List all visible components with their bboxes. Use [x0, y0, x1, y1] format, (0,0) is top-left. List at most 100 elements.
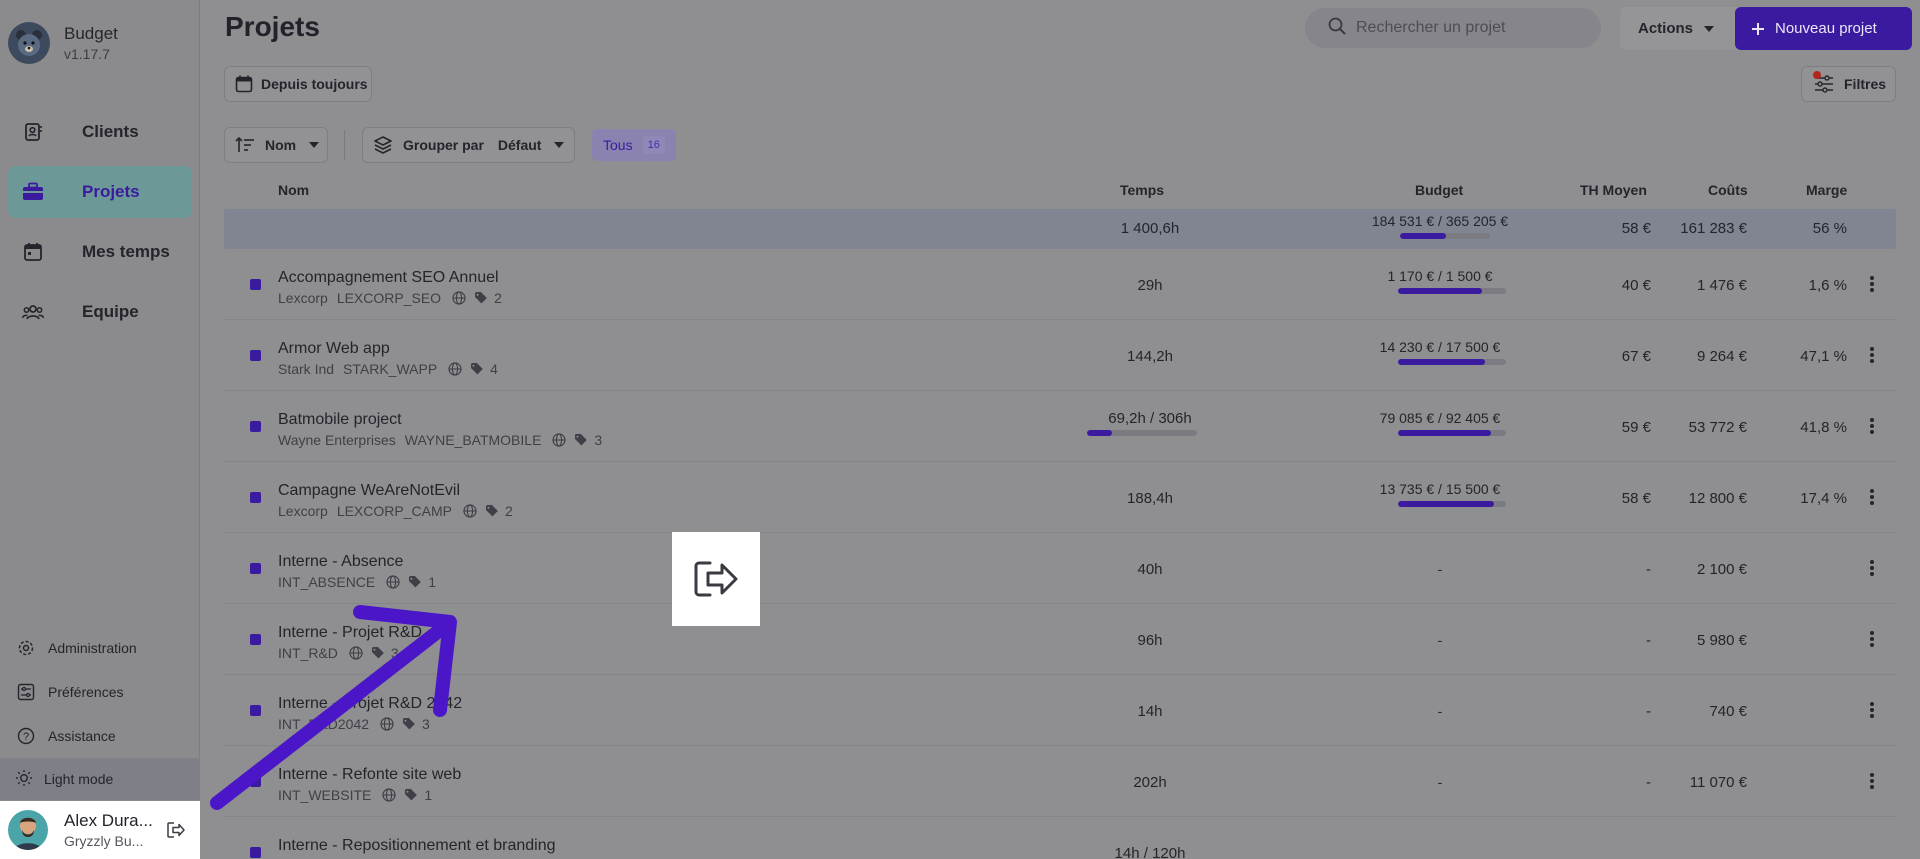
sidebar-item-label: Equipe — [82, 302, 139, 321]
brand[interactable]: Budget v1.17.7 — [8, 22, 118, 64]
column-header-marge[interactable]: Marge — [1806, 182, 1847, 198]
project-meta: Stark Ind STARK_WAPP 4 — [278, 361, 498, 377]
project-name[interactable]: Armor Web app — [278, 340, 390, 358]
light-mode-toggle[interactable]: Light mode — [0, 758, 200, 800]
project-temps: 14h — [1137, 703, 1163, 720]
svg-text:?: ? — [23, 731, 29, 743]
project-code: LEXCORP_CAMP — [336, 503, 452, 519]
tag-icon — [470, 362, 486, 376]
search-input[interactable]: Rechercher un projet — [1305, 8, 1601, 48]
table-row[interactable]: Batmobile project Wayne Enterprises WAYNE_… — [224, 391, 1896, 462]
project-client: Lexcorp — [278, 290, 328, 306]
project-temps: 188,4h — [1127, 490, 1173, 507]
row-more-menu-icon[interactable] — [1864, 344, 1880, 366]
logout-icon — [694, 561, 738, 597]
project-code: INT_ABSENCE — [278, 574, 376, 590]
table-row[interactable]: Accompagnement SEO Annuel Lexcorp LEXCORP_… — [224, 249, 1896, 320]
row-more-menu-icon[interactable] — [1864, 770, 1880, 792]
globe-icon — [452, 291, 466, 305]
project-couts: 5 980 € — [1696, 632, 1747, 649]
project-name[interactable]: Campagne WeAreNotEvil — [278, 482, 460, 500]
sidebar-item-projets[interactable]: Projets — [8, 166, 192, 218]
caret-down-icon — [308, 141, 320, 149]
avatar — [8, 810, 48, 850]
table-row[interactable]: Armor Web app Stark Ind STARK_WAPP 4 144,2h 1… — [224, 320, 1896, 391]
row-more-menu-icon[interactable] — [1864, 628, 1880, 650]
pointer-arrow — [210, 605, 457, 810]
sidebar-item-clients[interactable]: Clients — [8, 106, 192, 158]
project-temps: 96h — [1137, 632, 1163, 649]
search-placeholder: Rechercher un projet — [1356, 19, 1506, 36]
status-filter-label: Tous — [603, 137, 633, 153]
sidebar-item-label: Mes temps — [82, 242, 170, 261]
project-budget: 79 085 € / 92 405 € — [1379, 410, 1501, 426]
actions-dropdown-button[interactable]: Actions — [1620, 7, 1745, 50]
project-name[interactable]: Interne - Absence — [278, 553, 403, 571]
project-temps: 69,2h / 306h — [1108, 410, 1192, 427]
row-more-menu-icon[interactable] — [1864, 415, 1880, 437]
column-header-name[interactable]: Nom — [278, 182, 309, 198]
row-more-menu-icon[interactable] — [1864, 273, 1880, 295]
filters-button[interactable]: Filtres — [1801, 66, 1896, 102]
table-row[interactable]: Interne - Repositionnement et branding 14… — [224, 817, 1896, 859]
contacts-icon — [18, 120, 48, 144]
new-project-button[interactable]: Nouveau projet — [1735, 7, 1912, 50]
logout-icon[interactable] — [166, 821, 186, 844]
sidebar-item-label: Préférences — [48, 684, 124, 700]
column-header-th-moyen[interactable]: TH Moyen — [1580, 182, 1647, 198]
status-filter-all[interactable]: Tous 16 — [592, 129, 676, 161]
project-budget: - — [1437, 561, 1443, 577]
row-more-menu-icon[interactable] — [1864, 699, 1880, 721]
total-budget-bar-fill — [1400, 233, 1446, 239]
budget-progress-fill — [1398, 430, 1491, 436]
project-temps: 29h — [1137, 277, 1163, 294]
app-version: v1.17.7 — [64, 46, 110, 62]
temps-progress-fill — [1087, 430, 1113, 436]
project-temps: 40h — [1137, 561, 1163, 578]
sidebar-item-preferences[interactable]: Préférences — [0, 670, 200, 714]
project-name[interactable]: Interne - Repositionnement et branding — [278, 837, 556, 855]
group-by-button[interactable]: Grouper par Défaut — [362, 127, 575, 163]
user-profile[interactable]: Alex Dura... Gryzzly Bu... — [0, 801, 200, 859]
sun-icon — [15, 769, 33, 790]
sort-icon — [235, 136, 255, 154]
column-header-couts[interactable]: Coûts — [1708, 182, 1748, 198]
project-client: Lexcorp — [278, 503, 328, 519]
sidebar-item-assistance[interactable]: ? Assistance — [0, 714, 200, 758]
project-color-swatch — [250, 492, 261, 503]
column-header-temps[interactable]: Temps — [1120, 182, 1164, 198]
sort-button[interactable]: Nom — [224, 127, 328, 163]
sidebar-item-label: Assistance — [48, 728, 116, 744]
sidebar-item-equipe[interactable]: Equipe — [8, 286, 192, 338]
column-header-budget[interactable]: Budget — [1415, 182, 1463, 198]
sidebar-item-label: Projets — [82, 182, 140, 201]
project-marge: 41,8 % — [1800, 419, 1847, 436]
project-name[interactable]: Accompagnement SEO Annuel — [278, 269, 499, 287]
sidebar-item-mes-temps[interactable]: Mes temps — [8, 226, 192, 278]
project-meta: Lexcorp LEXCORP_CAMP 2 — [278, 503, 513, 519]
total-marge: 56 % — [1812, 220, 1847, 237]
user-organization: Gryzzly Bu... — [64, 833, 144, 849]
globe-icon — [448, 362, 462, 376]
table-row[interactable]: Interne - Absence INT_ABSENCE 1 40h - - 2 100 … — [224, 533, 1896, 604]
filters-label: Filtres — [1844, 76, 1887, 92]
project-th-moyen: 58 € — [1621, 490, 1651, 507]
project-name[interactable]: Batmobile project — [278, 411, 402, 429]
toolbar-divider — [344, 130, 345, 160]
project-client: Stark Ind — [278, 361, 335, 377]
period-filter-button[interactable]: Depuis toujours — [224, 66, 372, 102]
row-more-menu-icon[interactable] — [1864, 486, 1880, 508]
project-code: LEXCORP_SEO — [336, 290, 442, 306]
table-row[interactable]: Campagne WeAreNotEvil Lexcorp LEXCORP_CAMP… — [224, 462, 1896, 533]
project-budget: 13 735 € / 15 500 € — [1379, 481, 1501, 497]
sidebar-item-label: Administration — [48, 640, 137, 656]
logout-callout[interactable] — [672, 532, 760, 626]
project-couts: 2 100 € — [1696, 561, 1747, 578]
plus-icon — [1751, 22, 1765, 36]
project-color-swatch — [250, 847, 261, 858]
budget-progress-bar — [1398, 359, 1506, 365]
project-meta: Lexcorp LEXCORP_SEO 2 — [278, 290, 502, 306]
project-couts: 12 800 € — [1688, 490, 1747, 507]
row-more-menu-icon[interactable] — [1864, 557, 1880, 579]
sidebar-item-administration[interactable]: Administration — [0, 626, 200, 670]
